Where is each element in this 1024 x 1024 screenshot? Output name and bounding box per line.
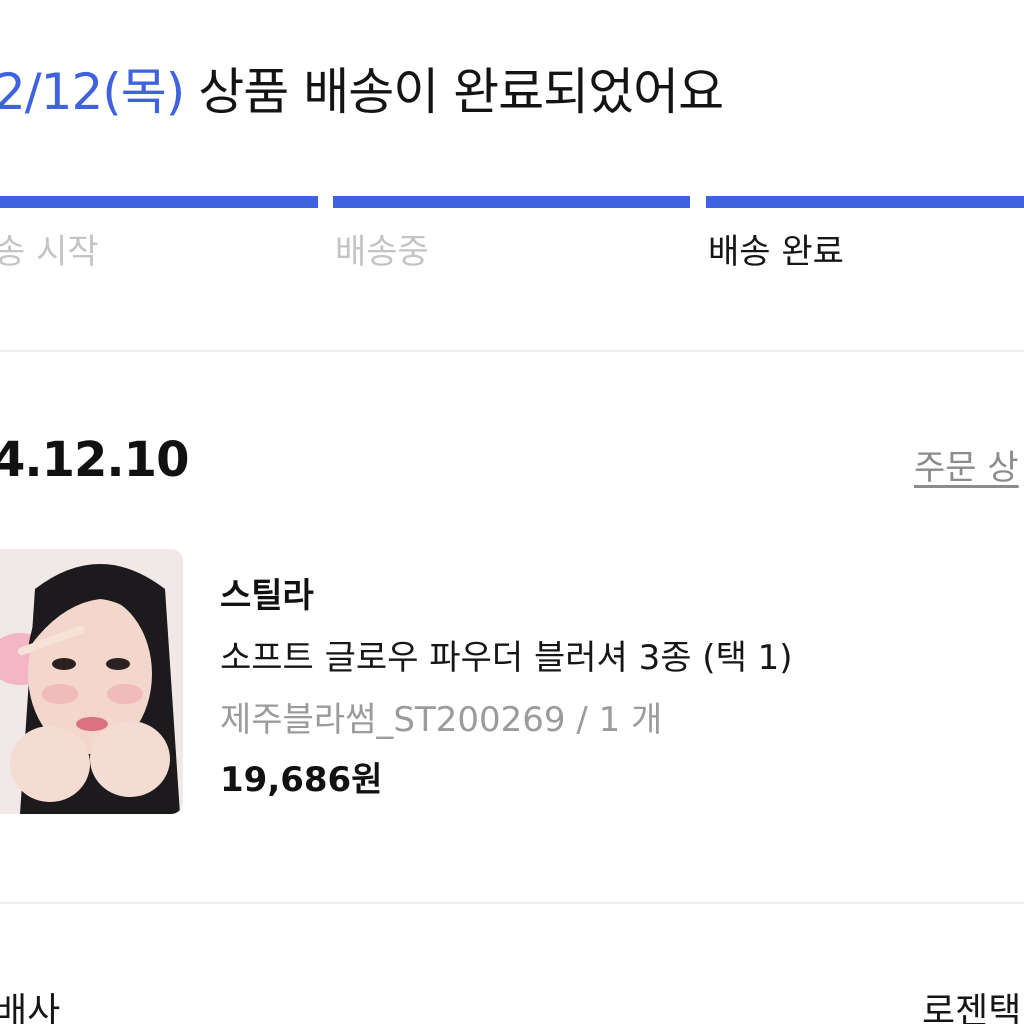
progress-segment-1 [0,196,318,208]
delivery-detail-page: 2/12(목) 상품 배송이 완료되었어요 송 시작 배송중 배송 완료 4.12… [0,0,1024,1024]
step-label-in-transit: 배송중 [335,232,429,272]
delivery-message: 상품 배송이 완료되었어요 [198,63,724,121]
progress-segment-2 [333,196,690,208]
product-brand: 스틸라 [220,576,314,616]
step-label-delivered: 배송 완료 [708,232,844,272]
order-detail-link[interactable]: 주문 상 [914,440,1019,489]
section-divider [0,902,1024,904]
product-price: 19,686원 [220,760,383,800]
order-date: 4.12.10 [0,432,189,488]
section-divider [0,350,1024,352]
delivery-date: 2/12(목) [0,63,185,121]
product-photo-icon [0,549,183,814]
progress-segment-3 [706,196,1024,208]
courier-value: 로젠택 [922,991,1022,1024]
step-label-shipping-started: 송 시작 [0,232,99,272]
product-image[interactable] [0,549,183,814]
courier-label: 배사 [0,991,61,1024]
delivery-status-title: 2/12(목) 상품 배송이 완료되었어요 [0,52,724,124]
product-option: 제주블라썸_ST200269 / 1 개 [220,700,663,740]
product-name[interactable]: 소프트 글로우 파우더 블러셔 3종 (택 1) [220,630,793,679]
